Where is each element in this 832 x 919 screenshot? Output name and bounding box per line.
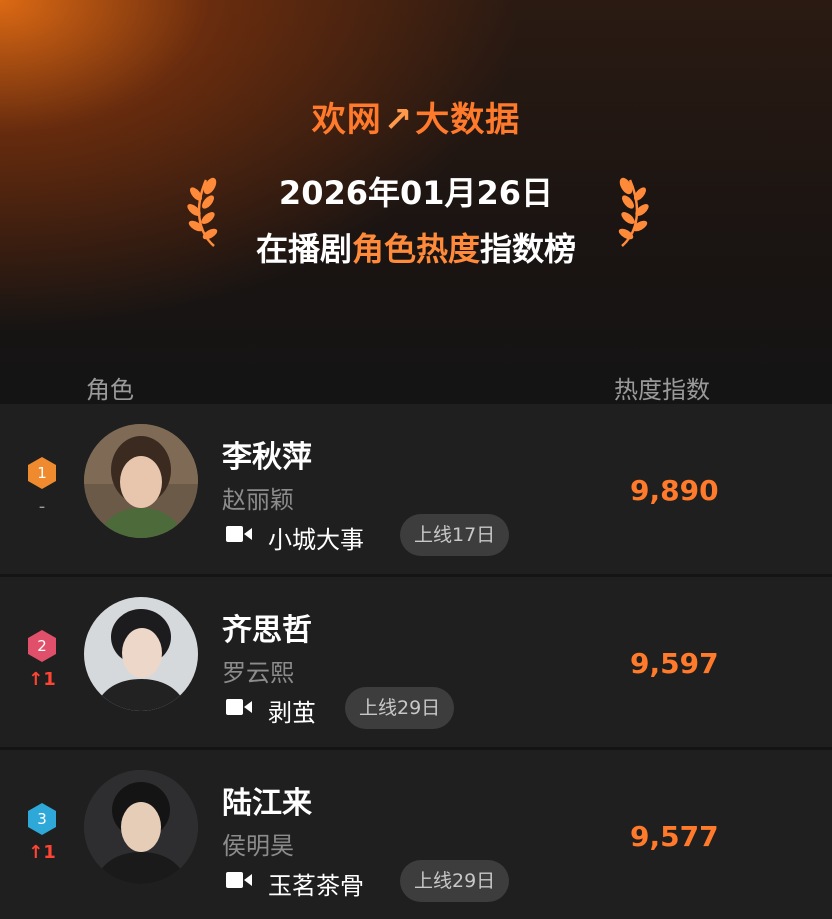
logo-text-right: 大数据: [415, 100, 521, 140]
title-suffix: 指数榜: [480, 230, 577, 268]
rank-badge-icon: 3: [28, 803, 56, 835]
drama-title[interactable]: 剥茧: [268, 693, 316, 728]
drama-title[interactable]: 玉茗茶骨: [268, 866, 364, 901]
heat-score: 9,597: [630, 647, 719, 680]
rank-change: ↑1: [28, 669, 56, 690]
online-days-badge: 上线29日: [345, 687, 455, 729]
rank-badge-icon: 2: [28, 630, 56, 662]
video-camera-icon: [226, 699, 252, 715]
online-days-badge: 上线29日: [400, 860, 510, 902]
character-name: 齐思哲: [222, 613, 312, 648]
avatar-image: [84, 770, 198, 884]
character-name: 陆江来: [222, 786, 312, 821]
video-camera-icon: [226, 872, 252, 888]
drama-title[interactable]: 小城大事: [268, 520, 364, 555]
ranking-page: 欢网↗大数据 2026年01月26日 在播剧角色热度指数榜 角色 热度指数 1 …: [0, 0, 832, 919]
ranking-title: 在播剧角色热度指数榜: [0, 224, 832, 270]
avatar-image: [84, 597, 198, 711]
avatar[interactable]: [84, 424, 198, 538]
character-name: 李秋萍: [222, 440, 312, 475]
video-camera-icon: [226, 526, 252, 542]
avatar[interactable]: [84, 597, 198, 711]
column-header-role: 角色: [86, 376, 134, 404]
heat-score: 9,577: [630, 820, 719, 853]
rank-badge-icon: 1: [28, 457, 56, 489]
logo-text-left: 欢网: [311, 100, 382, 140]
avatar[interactable]: [84, 770, 198, 884]
ranking-row-2[interactable]: 2 ↑1 齐思哲 罗云熙 剥茧 上线29日 9,597: [0, 577, 832, 747]
title-highlight: 角色热度: [351, 230, 480, 268]
rank-number: 3: [37, 810, 47, 828]
column-header-heat: 热度指数: [614, 376, 710, 404]
heat-score: 9,890: [630, 474, 719, 507]
logo-arrow-icon: ↗: [383, 100, 414, 140]
avatar-image: [84, 424, 198, 538]
actor-name: 罗云熙: [222, 659, 294, 687]
online-days-badge: 上线17日: [400, 514, 510, 556]
ranking-row-3[interactable]: 3 ↑1 陆江来 侯明昊 玉茗茶骨 上线29日 9,577: [0, 750, 832, 919]
ranking-row-1[interactable]: 1 - 李秋萍 赵丽颖 小城大事 上线17日 9,890: [0, 404, 832, 574]
rank-number: 2: [37, 637, 47, 655]
actor-name: 侯明昊: [222, 832, 294, 860]
actor-name: 赵丽颖: [222, 486, 294, 514]
brand-logo: 欢网↗大数据: [0, 92, 832, 141]
ranking-date: 2026年01月26日: [278, 174, 554, 212]
rank-change: ↑1: [28, 842, 56, 863]
rank-number: 1: [37, 464, 47, 482]
title-prefix: 在播剧: [255, 230, 352, 268]
rank-change: -: [38, 496, 46, 517]
